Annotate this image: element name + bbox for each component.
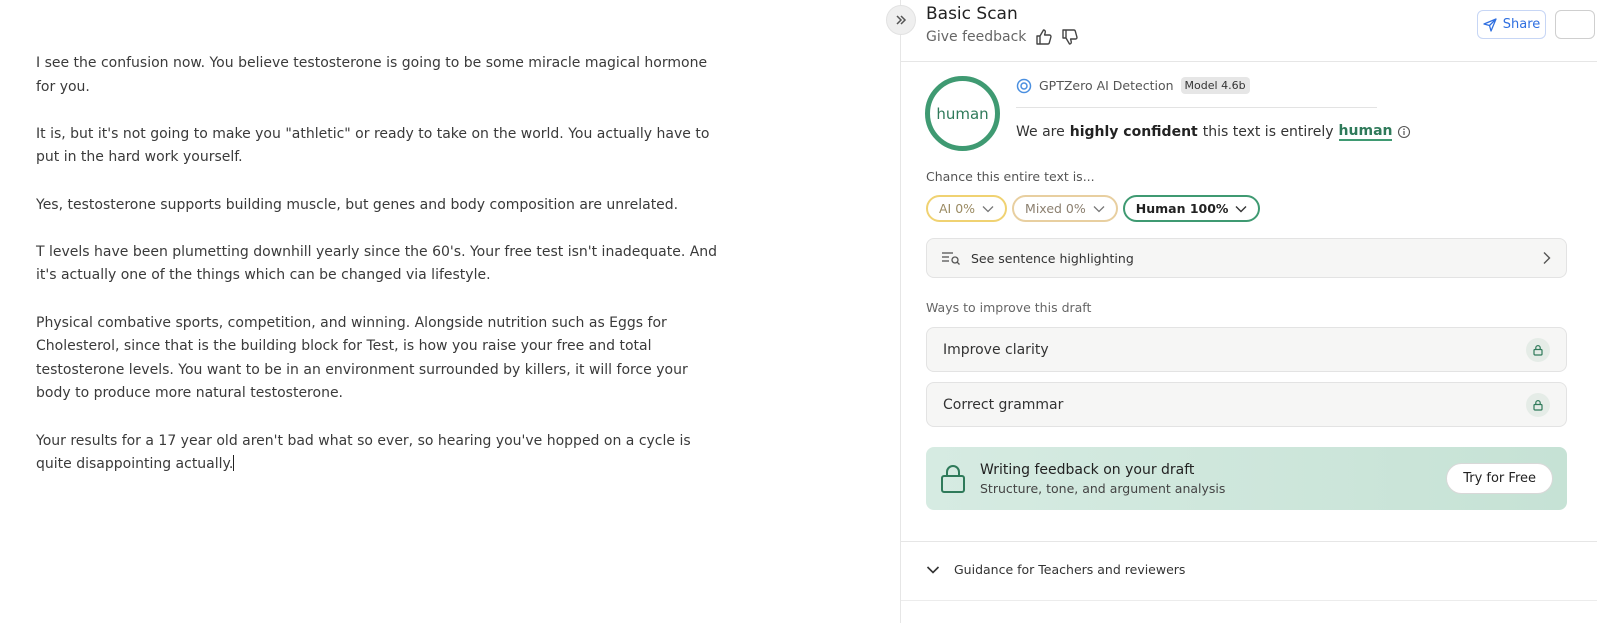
scan-results-panel: Basic Scan Give feedback Share human GPT…: [886, 0, 1597, 623]
confidence-prefix: We are: [1016, 124, 1065, 140]
share-label: Share: [1502, 17, 1541, 32]
chevron-down-icon: [1093, 205, 1105, 212]
try-for-free-button[interactable]: Try for Free: [1446, 463, 1553, 494]
lock-icon: [1533, 399, 1543, 411]
lock-badge: [1526, 392, 1550, 417]
chance-label: Chance this entire text is...: [926, 169, 1095, 184]
editor-last-paragraph: Your results for a 17 year old aren't ba…: [36, 430, 726, 477]
chevron-down-icon: [1235, 205, 1247, 212]
ai-probability-pill[interactable]: AI 0%: [926, 195, 1008, 222]
confidence-strength: highly confident: [1069, 124, 1198, 140]
mixed-pill-label: Mixed 0%: [1025, 201, 1086, 216]
mixed-probability-pill[interactable]: Mixed 0%: [1012, 195, 1118, 222]
feedback-label: Give feedback: [926, 29, 1027, 45]
probability-pills: AI 0% Mixed 0% Human 100%: [926, 195, 1261, 222]
info-icon[interactable]: [1397, 125, 1411, 139]
correct-grammar-button[interactable]: Correct grammar: [926, 382, 1567, 427]
collapse-panel-button[interactable]: [886, 5, 916, 35]
detector-row: GPTZero AI Detection Model 4.6b: [1016, 77, 1250, 94]
editor-paragraph: Physical combative sports, competition, …: [36, 314, 688, 402]
guidance-label: Guidance for Teachers and reviewers: [954, 562, 1186, 577]
editor-paragraph: T levels have been plumetting downhill y…: [36, 243, 718, 284]
chevron-down-icon: [926, 565, 940, 574]
guidance-accordion[interactable]: Guidance for Teachers and reviewers: [926, 562, 1185, 577]
result-gauge: human: [925, 76, 1000, 151]
text-editor[interactable]: I see the confusion now. You believe tes…: [0, 0, 900, 623]
confidence-statement: We are highly confident this text is ent…: [1016, 123, 1411, 141]
lock-badge: [1526, 337, 1550, 362]
editor-paragraph: Yes, testosterone supports building musc…: [36, 196, 679, 213]
confidence-class-link[interactable]: human: [1338, 123, 1393, 141]
ai-pill-label: AI 0%: [939, 201, 976, 216]
improve-clarity-button[interactable]: Improve clarity: [926, 327, 1567, 372]
gptzero-logo-icon: [1016, 78, 1032, 93]
promo-title: Writing feedback on your draft: [980, 461, 1195, 478]
gauge-label: human: [936, 104, 989, 123]
promo-subtitle: Structure, tone, and argument analysis: [980, 480, 1226, 496]
scan-title: Basic Scan: [926, 4, 1018, 24]
guidance-divider: [901, 541, 1597, 542]
lock-icon: [941, 464, 965, 493]
model-badge: Model 4.6b: [1180, 77, 1250, 94]
ways-to-improve-label: Ways to improve this draft: [926, 300, 1092, 315]
header-divider: [901, 61, 1597, 62]
human-probability-pill[interactable]: Human 100%: [1122, 195, 1261, 222]
thumbs-down-button[interactable]: [1060, 27, 1080, 47]
correct-grammar-label: Correct grammar: [943, 396, 1064, 413]
bottom-divider: [901, 600, 1597, 601]
editor-paragraph: I see the confusion now. You believe tes…: [36, 55, 708, 95]
toolbar-extra-button[interactable]: [1555, 10, 1595, 39]
thumbs-up-button[interactable]: [1034, 27, 1054, 47]
feedback-row: Give feedback: [926, 27, 1080, 47]
improve-clarity-label: Improve clarity: [943, 341, 1049, 358]
text-caret: [233, 455, 235, 472]
text-search-icon: [942, 252, 960, 265]
sentence-highlighting-label: See sentence highlighting: [971, 250, 1134, 266]
lock-icon: [1533, 344, 1543, 356]
collapse-panel-icon: [896, 15, 907, 25]
writing-feedback-promo: Writing feedback on your draft Structure…: [926, 447, 1567, 510]
send-icon: [1483, 17, 1497, 32]
editor-content[interactable]: I see the confusion now. You believe tes…: [36, 52, 726, 500]
human-pill-label: Human 100%: [1135, 201, 1229, 216]
sentence-highlighting-button[interactable]: See sentence highlighting: [926, 238, 1567, 278]
editor-paragraph: Your results for a 17 year old aren't ba…: [36, 432, 691, 473]
detector-divider: [1016, 107, 1377, 108]
editor-paragraph: It is, but it's not going to make you "a…: [36, 125, 710, 166]
confidence-middle: this text is entirely: [1202, 124, 1334, 140]
chevron-down-icon: [982, 205, 994, 212]
promo-text: Writing feedback on your draft Structure…: [980, 462, 1446, 496]
thumbs-down-icon: [1062, 29, 1079, 45]
chevron-right-icon: [1543, 252, 1551, 264]
share-button[interactable]: Share: [1477, 10, 1546, 39]
thumbs-up-icon: [1036, 29, 1053, 45]
detector-name: GPTZero AI Detection: [1039, 78, 1174, 93]
